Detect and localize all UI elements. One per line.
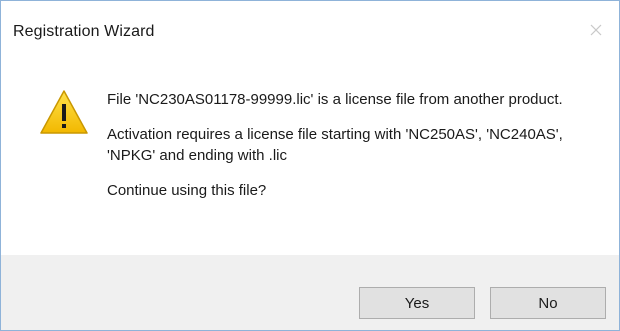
close-button[interactable]: [573, 1, 619, 59]
no-button[interactable]: No: [490, 287, 606, 319]
message-text: File 'NC230AS01178-99999.lic' is a licen…: [107, 89, 607, 215]
button-bar: Yes No: [1, 255, 619, 330]
dialog-content: File 'NC230AS01178-99999.lic' is a licen…: [1, 59, 619, 255]
title-bar: Registration Wizard: [1, 1, 619, 59]
close-icon: [590, 24, 602, 36]
message-line-2: Activation requires a license file start…: [107, 126, 563, 164]
message-line-1: File 'NC230AS01178-99999.lic' is a licen…: [107, 91, 563, 108]
registration-wizard-dialog: Registration Wizard File 'NC230AS01178-9…: [0, 0, 620, 331]
message-line-3: Continue using this file?: [107, 182, 267, 199]
warning-icon: [40, 90, 88, 134]
window-title: Registration Wizard: [13, 23, 155, 40]
yes-button[interactable]: Yes: [359, 287, 475, 319]
